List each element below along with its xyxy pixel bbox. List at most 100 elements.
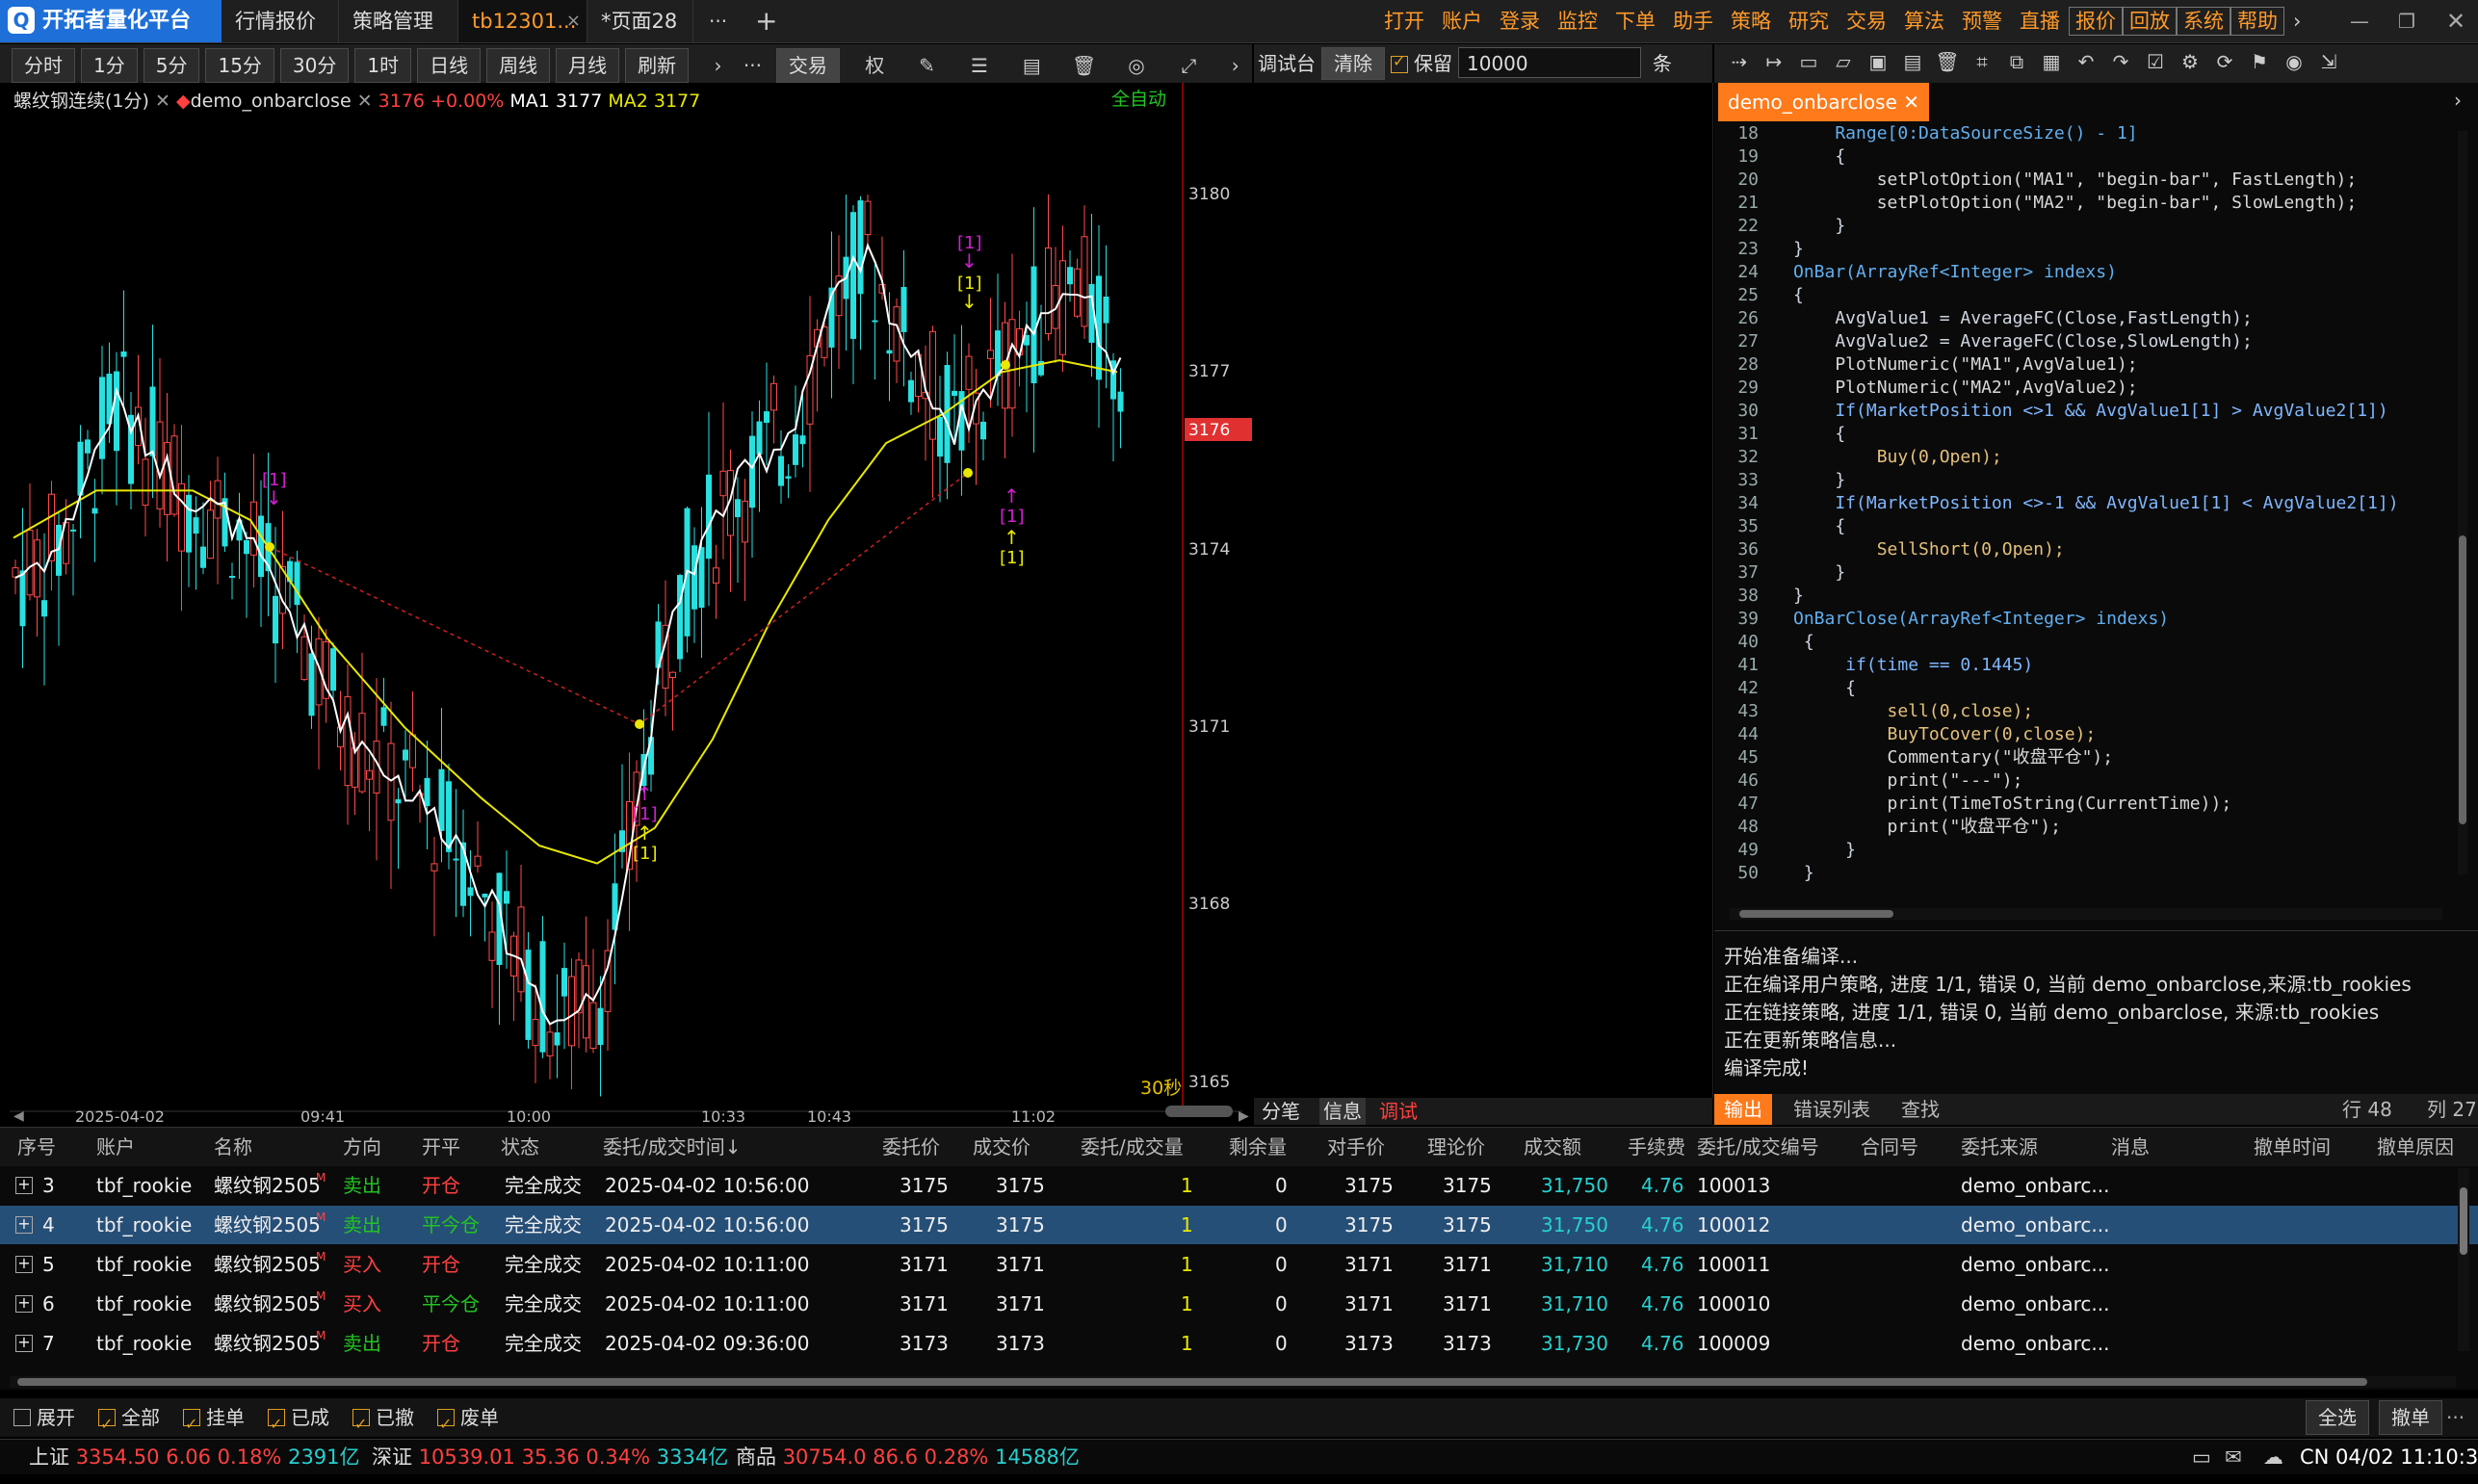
more-icon[interactable]: ··· — [2446, 1398, 2465, 1437]
close-icon[interactable]: × — [566, 0, 581, 42]
code-line[interactable]: 41 if(time == 0.1445) — [1714, 654, 2446, 677]
checkbox[interactable] — [268, 1405, 285, 1444]
filter-3[interactable]: 已成 — [268, 1405, 329, 1444]
chevron-right-icon[interactable]: › — [700, 48, 735, 83]
period-1m[interactable]: 1分 — [81, 48, 138, 83]
filter-1[interactable]: 全部 — [98, 1405, 160, 1444]
menu-trade[interactable]: 交易 — [1838, 0, 1895, 42]
menu-replay[interactable]: 回放 — [2123, 7, 2177, 36]
code-line[interactable]: 50 } — [1714, 862, 2446, 885]
orders-hscroll-thumb[interactable] — [17, 1378, 2367, 1386]
column-header[interactable]: 委托/成交时间↓ — [603, 1128, 742, 1166]
code-line[interactable]: 36 SellShort(0,Open); — [1714, 538, 2446, 561]
code-line[interactable]: 45 Commentary("收盘平仓"); — [1714, 746, 2446, 769]
menu-login[interactable]: 登录 — [1491, 0, 1549, 42]
column-header[interactable]: 撤单原因 — [2377, 1128, 2454, 1166]
menu-live[interactable]: 直播 — [2011, 0, 2069, 42]
trade-button[interactable]: 交易 — [775, 48, 840, 83]
code-line[interactable]: 32 Buy(0,Open); — [1714, 446, 2446, 469]
orders-vscrollbar[interactable] — [2458, 1168, 2469, 1351]
rights-button[interactable]: 权 — [851, 48, 898, 83]
column-header[interactable]: 合同号 — [1861, 1128, 1918, 1166]
menu-open[interactable]: 打开 — [1375, 0, 1433, 42]
minimize-icon[interactable]: — — [2350, 0, 2369, 42]
expand-icon[interactable]: + — [15, 1335, 33, 1352]
code-line[interactable]: 49 } — [1714, 839, 2446, 862]
code-lines[interactable]: 18 Range[0:DataSourceSize() - 1] 19 {20 s… — [1714, 122, 2446, 970]
column-header[interactable]: 方向 — [343, 1128, 381, 1166]
menu-assistant[interactable]: 助手 — [1664, 0, 1722, 42]
column-header[interactable]: 成交价 — [973, 1128, 1030, 1166]
code-editor[interactable]: demo_onbarclose ✕ › 18 Range[0:DataSourc… — [1714, 83, 2478, 930]
column-header[interactable]: 成交额 — [1524, 1128, 1581, 1166]
table-row[interactable]: +7 tbf_rookie 螺纹钢2505 M 卖出 开仓 完全成交 2025-04-02 0… — [0, 1324, 2478, 1363]
code-line[interactable]: 28 PlotNumeric("MA1",AvgValue1); — [1714, 353, 2446, 377]
column-header[interactable]: 手续费 — [1628, 1128, 1685, 1166]
column-header[interactable]: 委托/成交编号 — [1697, 1128, 1819, 1166]
tab-debug[interactable]: 调试 — [1379, 1098, 1418, 1125]
export-icon[interactable]: ⇲ — [2311, 44, 2346, 79]
tab-ticks[interactable]: 分笔 — [1262, 1098, 1300, 1125]
sliders-icon[interactable]: ☰ — [956, 48, 1003, 83]
record-icon[interactable]: ◉ — [2277, 44, 2311, 79]
expand-icon[interactable]: + — [15, 1256, 33, 1273]
menu-research[interactable]: 研究 — [1780, 0, 1838, 42]
table-row[interactable]: +5 tbf_rookie 螺纹钢2505 M 买入 开仓 完全成交 2025-04-02 1… — [0, 1245, 2478, 1284]
maximize-icon[interactable]: ❐ — [2398, 0, 2415, 42]
table-row[interactable]: +3 tbf_rookie 螺纹钢2505 M 卖出 开仓 完全成交 2025-04-02 1… — [0, 1166, 2478, 1205]
code-line[interactable]: 39 OnBarClose(ArrayRef<Integer> indexs) — [1714, 608, 2446, 631]
code-line[interactable]: 27 AvgValue2 = AverageFC(Close,SlowLengt… — [1714, 330, 2446, 353]
menu-algo[interactable]: 算法 — [1895, 0, 1953, 42]
crop-icon[interactable]: ⌗ — [1965, 44, 1999, 79]
column-header[interactable]: 账户 — [96, 1128, 135, 1166]
code-line[interactable]: 22 } — [1714, 215, 2446, 238]
compile-icon[interactable]: ⚙ — [2173, 44, 2207, 79]
checkbox[interactable] — [183, 1405, 200, 1444]
code-line[interactable]: 44 BuyToCover(0,close); — [1714, 723, 2446, 746]
editor-scroll-thumb[interactable] — [2459, 535, 2466, 824]
code-line[interactable]: 26 AvgValue1 = AverageFC(Close,FastLengt… — [1714, 307, 2446, 330]
fullscreen-icon[interactable]: ⤢ — [1165, 48, 1212, 83]
column-header[interactable]: 状态 — [501, 1128, 539, 1166]
column-header[interactable]: 对手价 — [1327, 1128, 1385, 1166]
code-line[interactable]: 24 OnBar(ArrayRef<Integer> indexs) — [1714, 261, 2446, 284]
tab-output[interactable]: 输出 — [1714, 1094, 1772, 1125]
more-tabs-icon[interactable]: ··· — [709, 0, 727, 42]
checkbox[interactable] — [98, 1405, 116, 1444]
more-icon[interactable]: ··· — [735, 48, 769, 83]
code-line[interactable]: 20 setPlotOption("MA1", "begin-bar", Fas… — [1714, 169, 2446, 192]
debug-icon[interactable]: ⚑ — [2242, 44, 2277, 79]
code-line[interactable]: 19 { — [1714, 145, 2446, 169]
close-window-icon[interactable]: ✕ — [2446, 0, 2465, 42]
select-all-button[interactable]: 全选 — [2306, 1400, 2369, 1435]
column-header[interactable]: 理论价 — [1427, 1128, 1485, 1166]
keep-checkbox[interactable] — [1391, 52, 1408, 73]
save-all-icon[interactable]: ▤ — [1895, 44, 1930, 79]
chevron-right-icon[interactable]: › — [1218, 48, 1253, 83]
checkbox[interactable] — [437, 1405, 455, 1444]
clear-button[interactable]: 清除 — [1321, 47, 1385, 80]
column-header[interactable]: 委托价 — [882, 1128, 940, 1166]
code-line[interactable]: 30 If(MarketPosition <>1 && AvgValue1[1]… — [1714, 400, 2446, 423]
tab-errors[interactable]: 错误列表 — [1784, 1094, 1880, 1125]
copy-icon[interactable]: ⧉ — [1999, 44, 2034, 79]
sync-icon[interactable]: ⟳ — [2207, 44, 2242, 79]
pencil-icon[interactable]: ✎ — [904, 48, 951, 83]
orders-hscrollbar[interactable] — [10, 1376, 2456, 1388]
column-header[interactable]: 撤单时间 — [2254, 1128, 2331, 1166]
add-tab-icon[interactable]: + — [755, 0, 777, 42]
filter-0[interactable]: 展开 — [13, 1406, 75, 1429]
editor-hscroll-thumb[interactable] — [1739, 910, 1893, 918]
tab-page28[interactable]: *页面28 — [587, 0, 693, 42]
chevron-right-icon[interactable]: › — [2284, 0, 2309, 42]
editor-tab[interactable]: demo_onbarclose ✕ — [1718, 83, 1930, 121]
menu-alert[interactable]: 预警 — [1953, 0, 2011, 42]
expand-icon[interactable]: + — [15, 1177, 33, 1194]
chevron-right-icon[interactable]: › — [2454, 89, 2462, 112]
screen-icon[interactable]: ▭ — [2192, 1440, 2211, 1474]
code-line[interactable]: 21 setPlotOption("MA2", "begin-bar", Slo… — [1714, 192, 2446, 215]
tab-quotes[interactable]: 行情报价 — [222, 0, 339, 42]
layout-icon[interactable]: ▤ — [1008, 48, 1055, 83]
tab-find[interactable]: 查找 — [1891, 1094, 1949, 1125]
code-line[interactable]: 25 { — [1714, 284, 2446, 307]
